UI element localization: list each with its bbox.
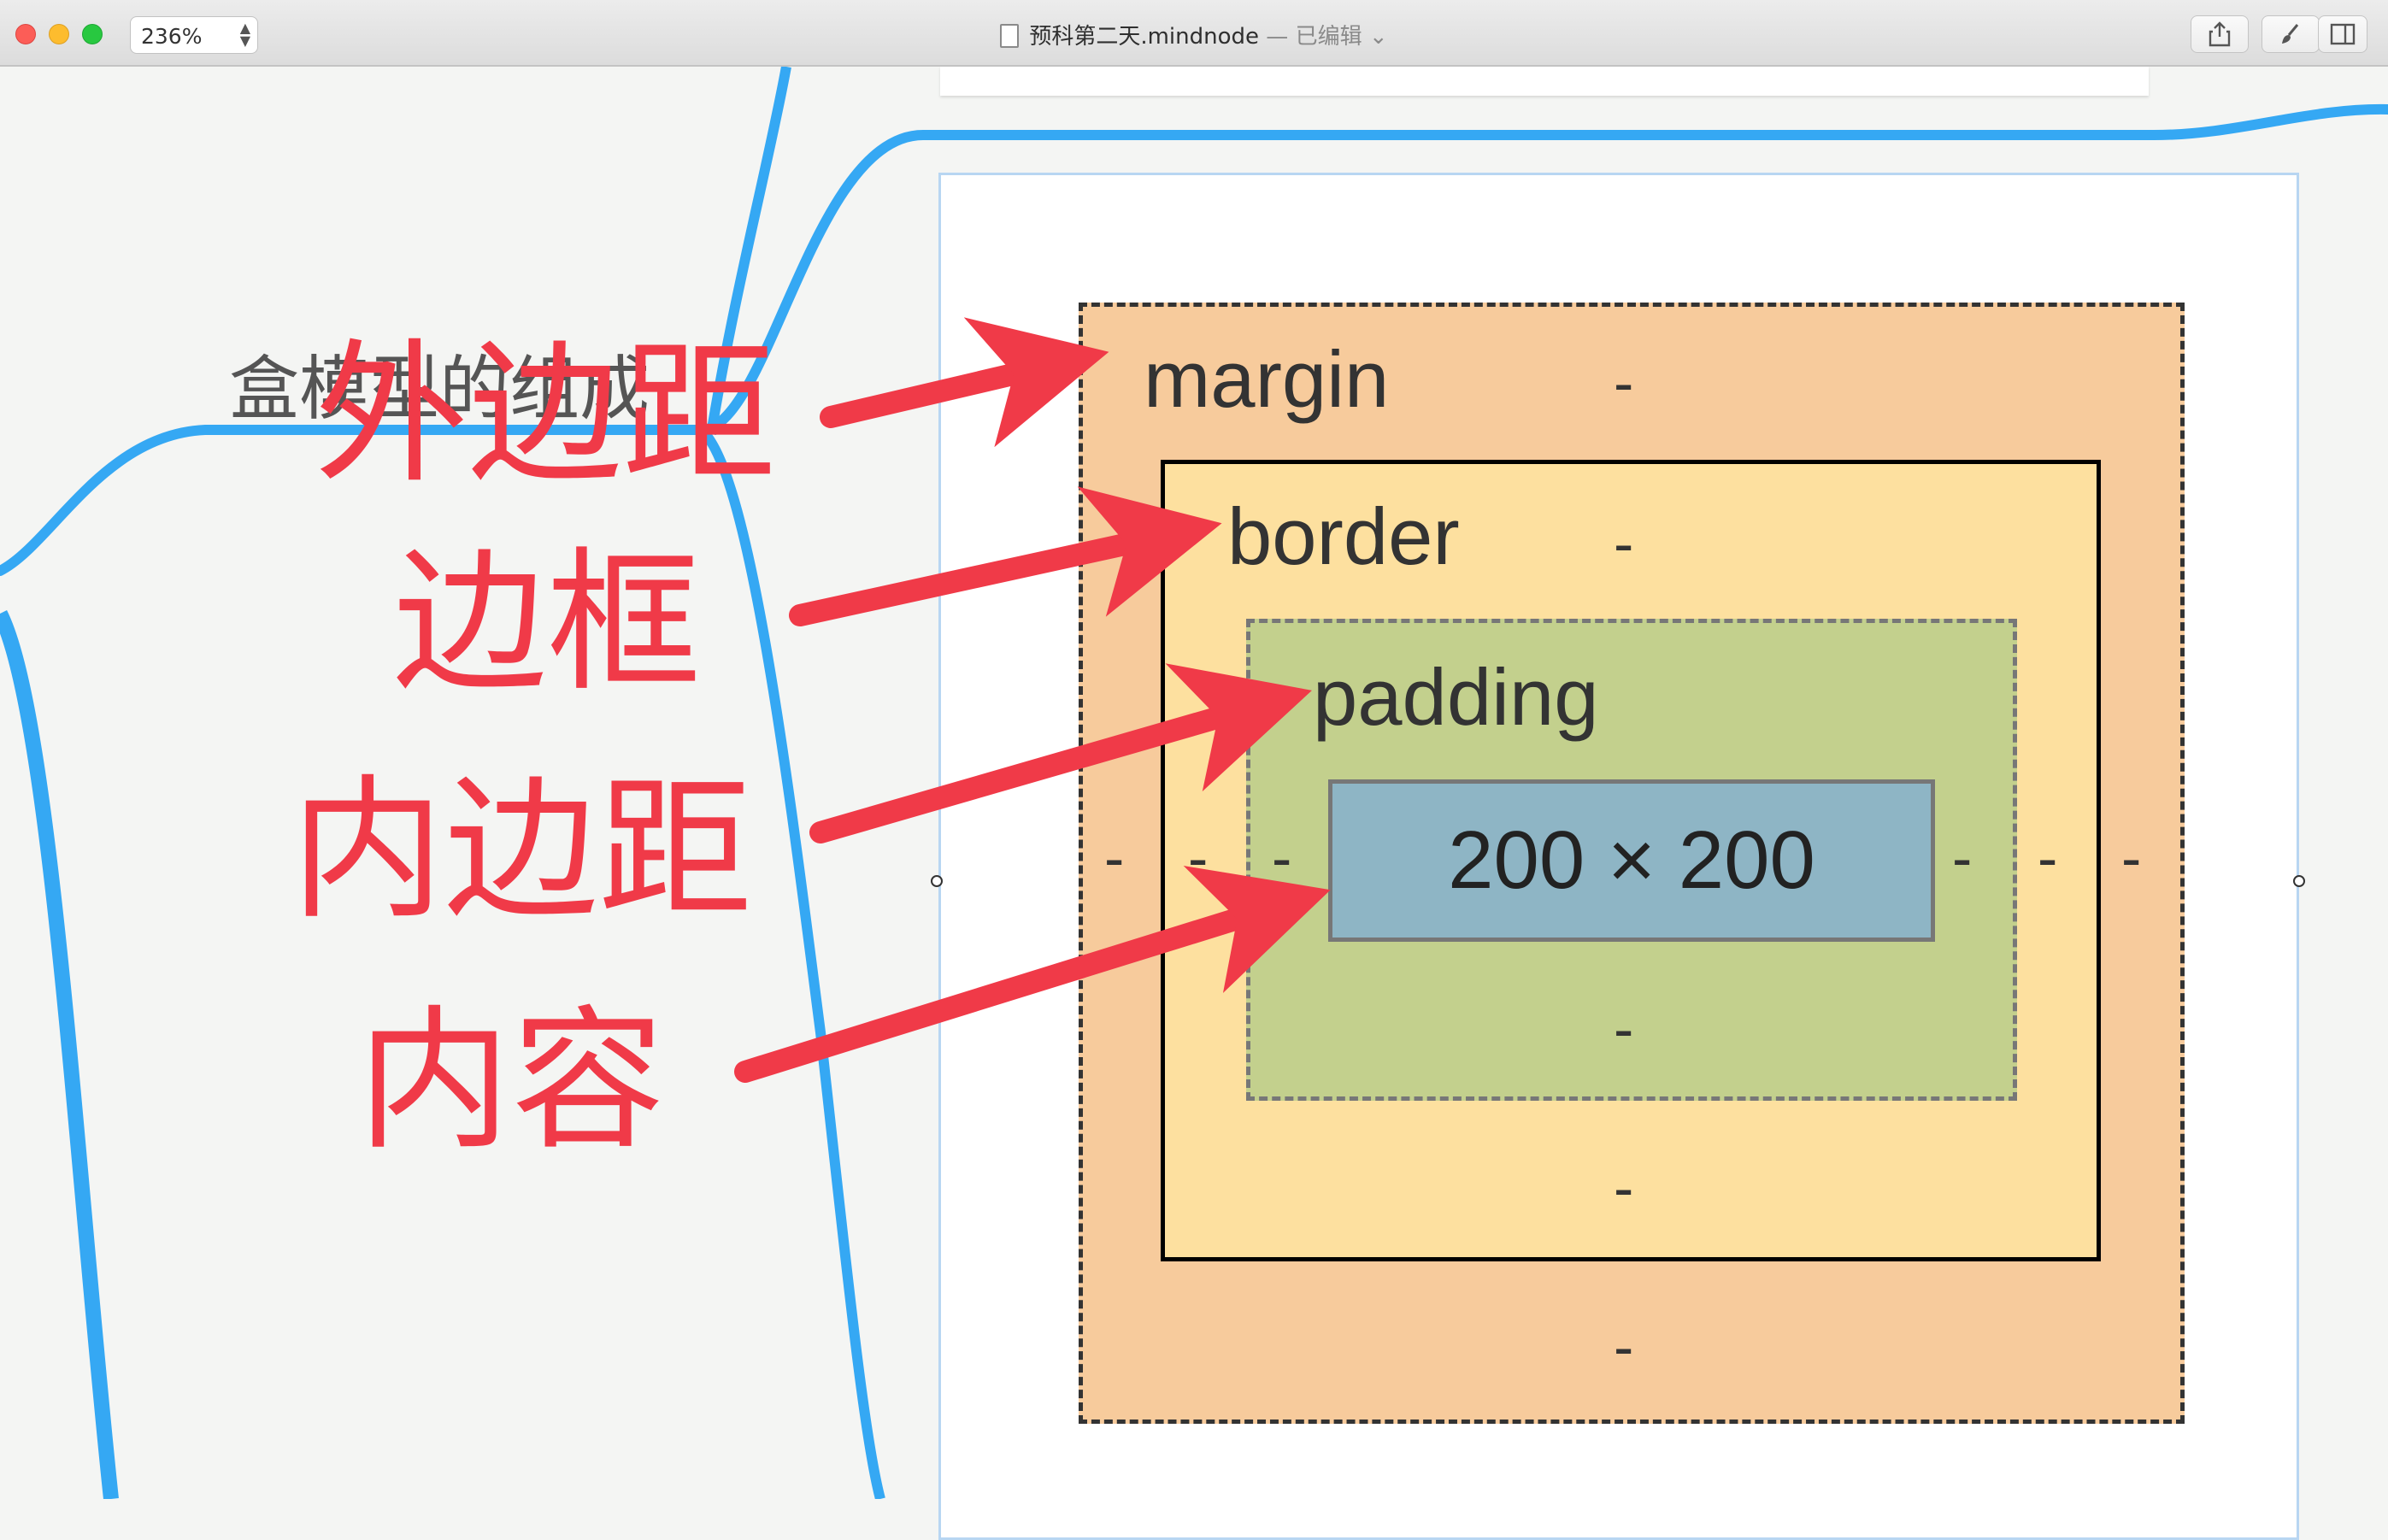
edit-status: 已编辑 — [1295, 24, 1362, 50]
share-button[interactable] — [2191, 15, 2249, 53]
annotation-padding: 内边距 — [291, 761, 753, 940]
title-separator: — — [1259, 24, 1296, 50]
style-button[interactable] — [2262, 15, 2320, 53]
sidebar-icon — [2330, 23, 2356, 45]
annotation-margin: 外边距 — [315, 326, 777, 504]
arrow-to-padding — [809, 663, 1312, 843]
mindmap-canvas[interactable]: 盒模型的组成 200 × 200 margin border padding -… — [0, 67, 2388, 1540]
annotation-border: 边框 — [393, 534, 702, 713]
document-icon — [1000, 24, 1020, 48]
document-filename: 预科第二天.mindnode — [1029, 24, 1260, 50]
window-title[interactable]: 预科第二天.mindnode — 已编辑 ⌄ — [0, 19, 2388, 50]
arrow-to-margin — [820, 317, 1109, 448]
chevron-down-icon[interactable]: ⌄ — [1362, 24, 1388, 50]
arrow-to-content — [734, 866, 1331, 1083]
arrow-to-border — [789, 486, 1222, 626]
annotation-content: 内容 — [357, 992, 666, 1171]
share-icon — [2209, 21, 2231, 47]
brush-icon — [2282, 24, 2299, 44]
sidebar-toggle-button[interactable] — [2318, 15, 2367, 53]
title-bar: 236% ▲ ▼ 预科第二天.mindnode — 已编辑 ⌄ — [0, 0, 2388, 67]
